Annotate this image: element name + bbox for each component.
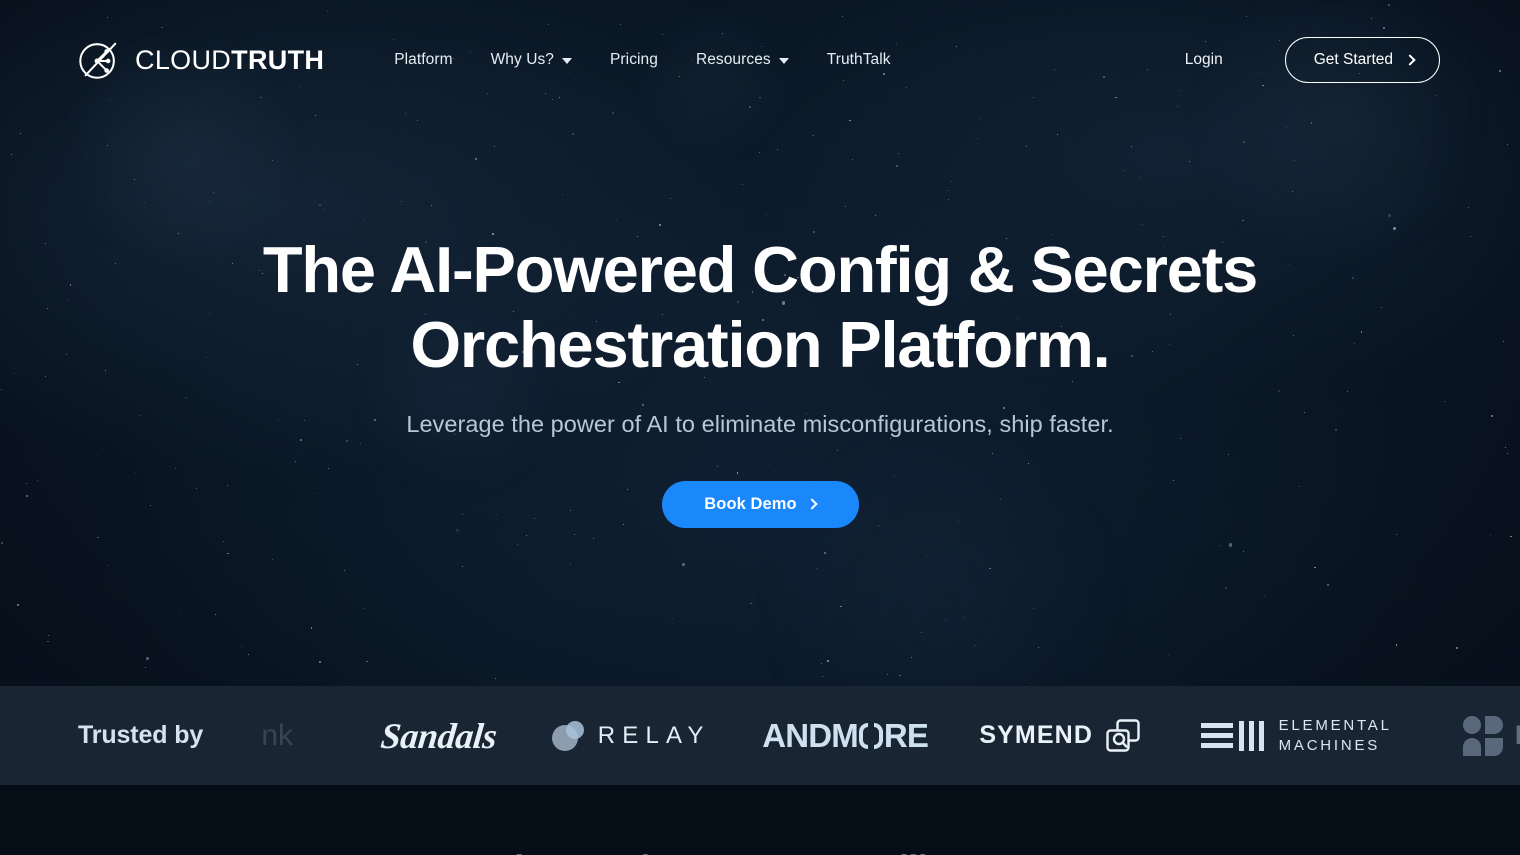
nav-item-resources[interactable]: Resources (696, 51, 789, 69)
cloudtruth-circle-logo-icon (76, 37, 122, 83)
nav-item-truthtalk-label: TruthTalk (826, 51, 891, 68)
logo-carousel[interactable]: nk Sandals RELAY ANDM RE SYMEND ELEMENTA… (203, 686, 1520, 785)
logo-andmore-text2: RE (883, 716, 929, 754)
trusted-by-band: Trusted by nk Sandals RELAY ANDM RE SYME… (0, 686, 1520, 785)
get-started-label: Get Started (1313, 51, 1393, 68)
logo-clipped-right: In (1426, 686, 1520, 785)
logo-sandals: Sandals (351, 686, 526, 785)
andmore-split-o-icon (858, 722, 883, 749)
trusted-by-label: Trusted by (78, 721, 204, 749)
below-fold-section: The AI Infrastructure Intelligence (0, 785, 1520, 855)
nav-links: Platform Why Us? Pricing Resources Truth… (394, 51, 890, 69)
logo-relay: RELAY (526, 686, 736, 785)
logo-elemental-text: ELEMENTAL (1278, 716, 1392, 734)
book-demo-label: Book Demo (704, 494, 797, 513)
chevron-right-icon (806, 498, 818, 510)
logo-elemental-machines: ELEMENTAL MACHINES (1166, 686, 1426, 785)
main-navigation: CLOUDTRUTH Platform Why Us? Pricing Reso… (0, 0, 1520, 120)
hero-subheadline: Leverage the power of AI to eliminate mi… (406, 411, 1114, 438)
brand-name-light: CLOUD (135, 44, 232, 75)
chevron-down-icon (778, 58, 789, 64)
nav-item-truthtalk[interactable]: TruthTalk (827, 51, 891, 69)
elemental-machines-bars-icon (1200, 720, 1264, 751)
below-fold-heading: The AI Infrastructure Intelligence (0, 849, 1520, 855)
logo-clipped-right-text: In (1514, 720, 1520, 750)
brand-wordmark: CLOUDTRUTH (135, 44, 325, 75)
login-link[interactable]: Login (1185, 51, 1223, 69)
logo-relay-text: RELAY (597, 721, 711, 749)
book-demo-button[interactable]: Book Demo (661, 480, 859, 528)
nav-item-platform-label: Platform (394, 51, 453, 68)
logo-andmore: ANDM RE (736, 686, 954, 785)
logo-symend-text: SYMEND (979, 721, 1094, 749)
chevron-down-icon (562, 58, 573, 64)
nav-item-pricing[interactable]: Pricing (610, 51, 658, 69)
nav-item-why-us-label: Why Us? (490, 51, 555, 68)
logo-symend: SYMEND (954, 686, 1166, 785)
grid-shapes-icon (1462, 715, 1503, 756)
nav-actions: Login Get Started (1185, 37, 1440, 83)
brand-name-bold: TRUTH (231, 44, 325, 75)
get-started-button[interactable]: Get Started (1284, 37, 1440, 83)
logo-machines-text: MACHINES (1278, 736, 1381, 754)
logo-clipped-left: nk (203, 686, 351, 785)
relay-circles-icon (551, 720, 584, 751)
logo-clipped-left-text: nk (261, 718, 294, 752)
nav-item-resources-label: Resources (695, 51, 771, 68)
nav-item-pricing-label: Pricing (610, 51, 658, 68)
nav-item-why-us[interactable]: Why Us? (490, 51, 573, 69)
symend-square-icon (1105, 718, 1141, 753)
logo-andmore-text: ANDM (762, 716, 859, 754)
chevron-right-icon (1404, 53, 1416, 66)
hero-section: CLOUDTRUTH Platform Why Us? Pricing Reso… (0, 0, 1520, 686)
logo-sandals-text: Sandals (378, 715, 499, 756)
brand-logo[interactable]: CLOUDTRUTH (76, 37, 324, 83)
page-title: The AI-Powered Config & Secrets Orchestr… (262, 233, 1258, 382)
nav-item-platform[interactable]: Platform (394, 51, 452, 69)
